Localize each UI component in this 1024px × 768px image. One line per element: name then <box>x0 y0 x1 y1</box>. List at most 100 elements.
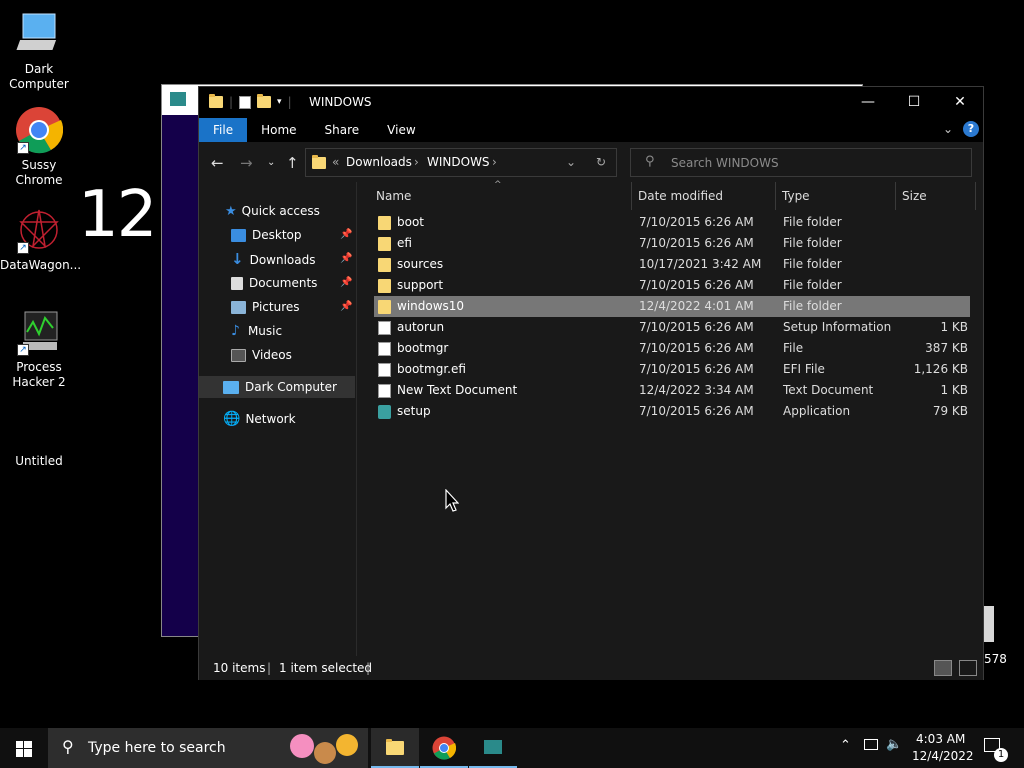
pin-icon[interactable]: 📌 <box>340 229 352 240</box>
help-icon[interactable]: ? <box>963 121 979 137</box>
chevron-right-icon[interactable]: › <box>414 155 419 169</box>
tab-view[interactable]: View <box>373 118 429 142</box>
desktop-icon-dark-computer[interactable]: Dark Computer <box>0 10 78 92</box>
nav-downloads[interactable]: ↓ Downloads <box>231 248 315 270</box>
file-row[interactable]: bootmgr 7/10/2015 6:26 AM File 387 KB <box>374 338 970 359</box>
title-bar[interactable]: | ▾ | WINDOWS — ☐ ✕ <box>199 87 983 118</box>
file-row[interactable]: support 7/10/2015 6:26 AM File folder <box>374 275 970 296</box>
new-folder-icon[interactable] <box>257 94 272 108</box>
file-row[interactable]: New Text Document 12/4/2022 3:34 AM Text D… <box>374 380 970 401</box>
quick-access-toolbar: | ▾ | <box>209 94 292 109</box>
address-bar[interactable]: « Downloads › WINDOWS › ⌄ ↻ <box>305 148 617 177</box>
properties-icon[interactable] <box>239 95 252 109</box>
expand-ribbon-icon[interactable]: ⌄ <box>943 122 953 136</box>
address-dropdown-icon[interactable]: ⌄ <box>566 155 576 169</box>
start-button[interactable] <box>0 728 48 768</box>
search-icon: ⚲ <box>645 154 655 169</box>
column-header-type[interactable]: Type <box>776 182 896 210</box>
clock-time[interactable]: 4:03 AM <box>916 732 965 746</box>
recent-locations-icon[interactable]: ⌄ <box>267 157 275 168</box>
folder-icon <box>378 299 391 314</box>
nav-this-pc[interactable]: Dark Computer <box>199 376 355 398</box>
file-size: 1,126 KB <box>913 362 968 376</box>
system-tray: ⌃ 🔈 4:03 AM 12/4/2022 1 <box>836 728 1024 768</box>
column-header-size[interactable]: Size <box>896 182 976 210</box>
file-name: boot <box>397 215 425 229</box>
desktop-partial-label: 578 <box>984 652 1007 666</box>
file-size: 1 KB <box>940 320 968 334</box>
star-icon: ★ <box>225 204 237 219</box>
refresh-icon[interactable]: ↻ <box>596 155 606 169</box>
chevron-down-icon[interactable]: ▾ <box>277 97 282 107</box>
nav-music[interactable]: ♪ Music <box>231 320 282 342</box>
file-row[interactable]: setup 7/10/2015 6:26 AM Application 79 KB <box>374 401 970 422</box>
breadcrumb-overflow-icon[interactable]: « <box>332 155 339 169</box>
close-button[interactable]: ✕ <box>937 87 983 118</box>
file-date: 7/10/2015 6:26 AM <box>639 236 754 250</box>
nav-pictures[interactable]: Pictures <box>231 296 300 318</box>
document-icon <box>231 277 243 290</box>
clock-date[interactable]: 12/4/2022 <box>912 749 974 763</box>
column-header-name[interactable]: Name <box>370 182 632 210</box>
search-input[interactable]: Search WINDOWS <box>671 156 779 170</box>
file-row[interactable]: efi 7/10/2015 6:26 AM File folder <box>374 233 970 254</box>
breadcrumb-downloads[interactable]: Downloads <box>346 155 412 169</box>
nav-label: Documents <box>249 276 318 290</box>
desktop-icon-datawagon[interactable]: ↗ DataWagon... <box>0 206 81 273</box>
breadcrumb-windows[interactable]: WINDOWS <box>427 155 490 169</box>
pictures-icon <box>231 301 246 314</box>
minimize-button[interactable]: — <box>845 87 891 118</box>
mouse-cursor-icon <box>445 489 459 512</box>
tab-share[interactable]: Share <box>311 118 374 142</box>
nav-documents[interactable]: Documents <box>231 272 317 294</box>
tab-home[interactable]: Home <box>247 118 310 142</box>
folder-icon <box>312 155 326 169</box>
file-name: New Text Document <box>397 383 518 397</box>
nav-videos[interactable]: Videos <box>231 344 292 366</box>
desktop-icon-process-hacker[interactable]: ↗ Process Hacker 2 <box>0 308 78 390</box>
settings-file-icon <box>378 320 391 335</box>
nav-network[interactable]: 🌐 Network <box>223 408 296 430</box>
volume-icon[interactable]: 🔈 <box>886 737 902 752</box>
nav-desktop[interactable]: Desktop <box>231 224 302 246</box>
desktop-icon-sussy-chrome[interactable]: ↗ Sussy Chrome <box>0 106 78 188</box>
taskbar-app[interactable] <box>469 728 517 768</box>
file-row[interactable]: windows10 12/4/2022 4:01 AM File folder <box>374 296 970 317</box>
taskbar-file-explorer[interactable] <box>371 728 419 768</box>
taskbar-search-input[interactable]: Type here to search <box>88 740 226 756</box>
file-row[interactable]: boot 7/10/2015 6:26 AM File folder <box>374 212 970 233</box>
chevron-up-icon[interactable]: ⌃ <box>840 738 851 753</box>
file-row[interactable]: sources 10/17/2021 3:42 AM File folder <box>374 254 970 275</box>
datawagon-icon: ↗ <box>15 206 63 254</box>
navigation-pane: ★ Quick access Desktop 📌 ↓ Downloads 📌 Doc… <box>199 182 357 656</box>
search-box[interactable]: ⚲ Search WINDOWS <box>630 148 972 177</box>
pin-icon[interactable]: 📌 <box>340 253 352 264</box>
desktop-icon-untitled[interactable]: Untitled <box>0 410 78 469</box>
forward-arrow-icon[interactable]: → <box>240 154 253 172</box>
details-view-icon[interactable] <box>934 660 952 676</box>
search-highlight-icon <box>290 734 360 764</box>
pin-icon[interactable]: 📌 <box>340 277 352 288</box>
column-header-date[interactable]: Date modified <box>632 182 776 210</box>
chevron-right-icon[interactable]: › <box>492 155 497 169</box>
desktop-icon-label: Dark Computer <box>9 62 69 91</box>
pin-icon[interactable]: 📌 <box>340 301 352 312</box>
tab-file[interactable]: File <box>199 118 248 142</box>
large-icons-view-icon[interactable] <box>959 660 977 676</box>
up-arrow-icon[interactable]: ↑ <box>286 154 299 172</box>
separator: | <box>229 95 234 109</box>
network-icon[interactable] <box>864 739 878 750</box>
file-row[interactable]: autorun 7/10/2015 6:26 AM Setup Informatio… <box>374 317 970 338</box>
window-title: WINDOWS <box>309 95 372 109</box>
nav-quick-access[interactable]: ★ Quick access <box>225 200 320 222</box>
file-explorer-window[interactable]: | ▾ | WINDOWS — ☐ ✕ File Home Share View… <box>198 86 984 751</box>
shortcut-arrow-icon: ↗ <box>17 142 29 154</box>
separator: | <box>366 661 371 675</box>
maximize-button[interactable]: ☐ <box>891 87 937 118</box>
notification-badge: 1 <box>994 748 1008 762</box>
taskbar-chrome[interactable] <box>420 728 468 768</box>
taskbar-search[interactable]: ⚲ Type here to search <box>48 728 368 768</box>
back-arrow-icon[interactable]: ← <box>211 154 224 172</box>
file-name: bootmgr.efi <box>397 362 466 376</box>
file-row[interactable]: bootmgr.efi 7/10/2015 6:26 AM EFI File 1,12… <box>374 359 970 380</box>
